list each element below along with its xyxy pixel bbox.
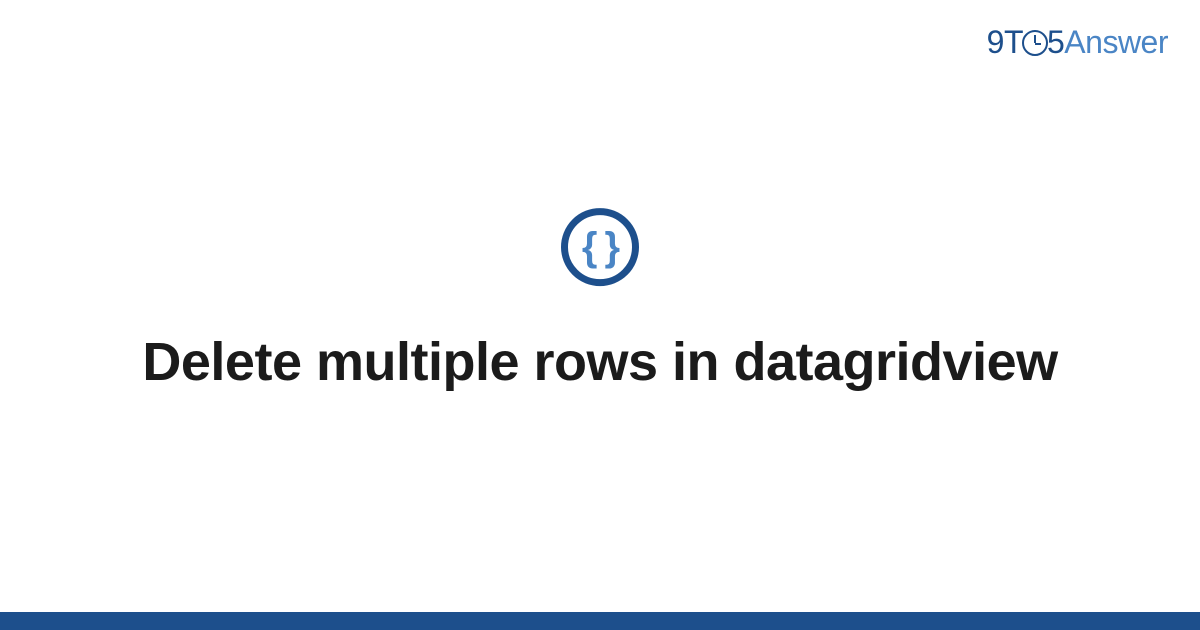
footer-bar bbox=[0, 612, 1200, 630]
logo-text-answer: Answer bbox=[1064, 24, 1168, 60]
logo-text-5: 5 bbox=[1047, 24, 1064, 60]
question-title: Delete multiple rows in datagridview bbox=[60, 330, 1140, 396]
clock-icon bbox=[1022, 30, 1048, 56]
main-content: { } Delete multiple rows in datagridview bbox=[60, 208, 1140, 396]
logo-text-9t: 9T bbox=[987, 24, 1023, 60]
site-logo: 9T 5Answer bbox=[987, 24, 1168, 61]
code-braces-icon: { } bbox=[582, 227, 618, 267]
category-icon-circle: { } bbox=[561, 208, 639, 286]
